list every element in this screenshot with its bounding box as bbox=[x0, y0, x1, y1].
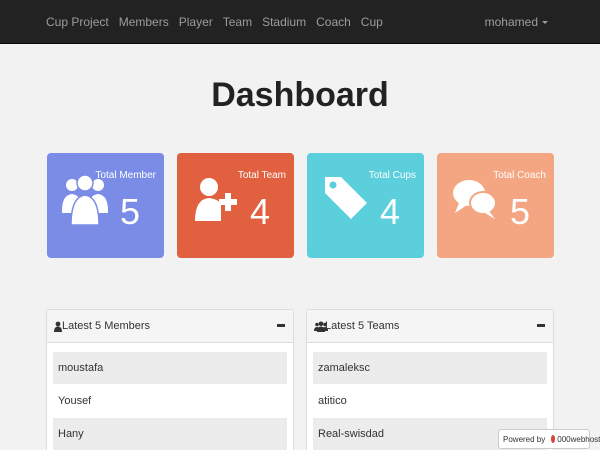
members-list: moustafa Yousef Hany bbox=[47, 343, 293, 450]
user-plus-icon bbox=[195, 178, 237, 221]
stat-label: Total Team bbox=[237, 170, 286, 181]
nav-links: Cup Project Members Player Team Stadium … bbox=[46, 0, 393, 44]
top-navbar: Cup Project Members Player Team Stadium … bbox=[0, 0, 600, 44]
panel-heading: Latest 5 Members bbox=[47, 310, 293, 343]
nav-link-stadium[interactable]: Stadium bbox=[262, 15, 306, 29]
stat-label: Total Cups bbox=[368, 170, 416, 181]
stat-value: 4 bbox=[249, 191, 270, 232]
webhost-logo-icon bbox=[551, 435, 556, 443]
list-item[interactable]: Hany bbox=[53, 418, 287, 450]
stat-label: Total Member bbox=[95, 170, 156, 181]
user-name: mohamed bbox=[484, 15, 538, 29]
stat-card-total-team[interactable]: Total Team 4 bbox=[177, 153, 294, 258]
nav-link-team[interactable]: Team bbox=[223, 15, 252, 29]
badge-brand: 000webhost bbox=[557, 434, 600, 444]
list-item[interactable]: atitico bbox=[313, 385, 547, 417]
stat-card-total-member[interactable]: Total Member 5 bbox=[47, 153, 164, 258]
nav-link-player[interactable]: Player bbox=[179, 15, 213, 29]
panel-title: Latest 5 Members bbox=[62, 320, 151, 332]
nav-brand-cup-project[interactable]: Cup Project bbox=[46, 15, 109, 29]
latest-members-panel: Latest 5 Members moustafa Yousef Hany bbox=[46, 309, 294, 450]
stat-card-total-coach[interactable]: Total Coach 5 bbox=[437, 153, 554, 258]
chat-bubbles-icon bbox=[453, 180, 497, 219]
caret-down-icon bbox=[542, 20, 548, 24]
panel-title: Latest 5 Teams bbox=[325, 320, 400, 332]
collapse-minus-icon[interactable] bbox=[537, 324, 545, 327]
tag-icon bbox=[325, 177, 367, 219]
stat-card-total-cups[interactable]: Total Cups 4 bbox=[307, 153, 424, 258]
page-title: Dashboard bbox=[211, 76, 389, 114]
list-item[interactable]: Yousef bbox=[53, 385, 287, 417]
list-item[interactable]: zamaleksc bbox=[313, 352, 547, 384]
nav-link-cup[interactable]: Cup bbox=[361, 15, 383, 29]
stat-value: 5 bbox=[119, 191, 140, 232]
user-menu-dropdown[interactable]: mohamed bbox=[485, 0, 548, 44]
nav-link-coach[interactable]: Coach bbox=[316, 15, 351, 29]
powered-by-badge[interactable]: Powered by 000webhost bbox=[498, 429, 600, 449]
collapse-minus-icon[interactable] bbox=[277, 324, 285, 327]
stat-value: 4 bbox=[379, 191, 400, 232]
nav-link-members[interactable]: Members bbox=[119, 15, 169, 29]
list-item[interactable]: moustafa bbox=[53, 352, 287, 384]
stat-value: 5 bbox=[509, 191, 530, 232]
badge-text: Powered by bbox=[503, 434, 546, 444]
panel-heading: Latest 5 Teams bbox=[307, 310, 553, 343]
stat-label: Total Coach bbox=[493, 170, 546, 181]
